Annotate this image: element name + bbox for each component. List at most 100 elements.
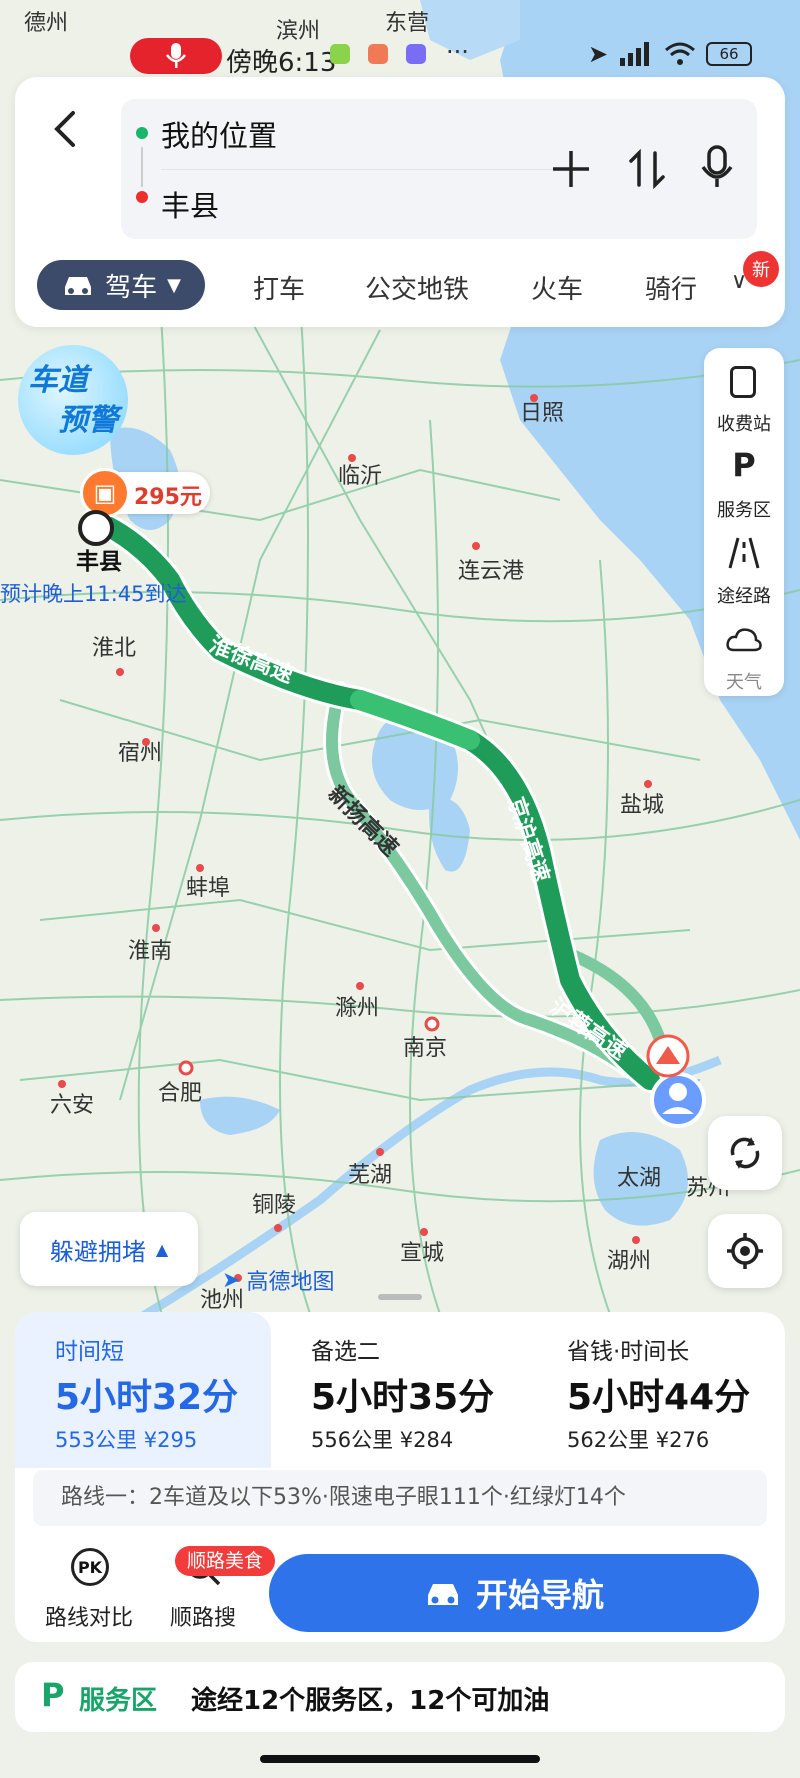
action-bar: PK 路线对比 顺路搜 顺路美食 开始导航: [15, 1530, 785, 1642]
route-search-card: 我的位置 丰县 驾车 ▼ 打车 公交地铁 火车 骑行 ∨ 新: [15, 77, 785, 327]
weather-label: 天气: [726, 672, 762, 693]
recording-indicator[interactable]: [130, 38, 222, 74]
service-area-p-icon: P: [41, 1676, 65, 1714]
more-dots: ···: [446, 38, 469, 66]
svg-text:宿州: 宿州: [118, 741, 162, 766]
service-area-summary: 途经12个服务区，12个可加油: [191, 1686, 550, 1716]
lane-warning-logo[interactable]: 车道 预警: [18, 345, 128, 455]
svg-text:铜陵: 铜陵: [252, 1193, 296, 1218]
svg-text:临沂: 临沂: [338, 464, 382, 489]
app-notification-icon: [406, 44, 426, 64]
route-compare-button[interactable]: PK 路线对比: [29, 1530, 149, 1642]
toll-station-label: 收费站: [717, 414, 771, 435]
map-side-toolbar: 收费站 P 服务区 途经路 天气: [704, 348, 784, 696]
back-arrow-icon[interactable]: [45, 107, 89, 151]
svg-text:蚌埠: 蚌埠: [186, 876, 230, 901]
svg-text:合肥: 合肥: [158, 1081, 202, 1106]
service-area-title: 服务区: [79, 1686, 158, 1716]
service-area-icon: P: [732, 446, 756, 484]
service-area-card[interactable]: P 服务区 途经12个服务区，12个可加油: [15, 1662, 785, 1732]
route-connector: [141, 147, 143, 187]
home-indicator[interactable]: [260, 1755, 540, 1763]
pk-icon: PK: [71, 1548, 109, 1586]
avoid-congestion-label: 躲避拥堵: [49, 1237, 146, 1266]
svg-text:连云港: 连云港: [458, 559, 524, 584]
destination-pin[interactable]: [78, 510, 114, 546]
route-info-line: 路线一：2车道及以下53%·限速电子眼111个·红绿灯14个: [33, 1470, 767, 1526]
food-along-badge: 顺路美食: [175, 1546, 276, 1576]
svg-text:湖州: 湖州: [607, 1249, 651, 1274]
svg-text:淮南: 淮南: [128, 939, 172, 964]
start-navigation-label: 开始导航: [475, 1576, 604, 1614]
amap-logo-icon: ➤: [222, 1267, 241, 1293]
toll-station-tool[interactable]: 收费站: [704, 360, 784, 440]
toll-price: 295元: [134, 485, 202, 510]
via-road-tool[interactable]: 途经路: [704, 532, 784, 612]
svg-text:南京: 南京: [403, 1036, 447, 1061]
toll-icon: ▣: [80, 468, 130, 518]
svg-text:滁州: 滁州: [335, 996, 379, 1021]
route-option-label: 时间短: [55, 1339, 124, 1365]
tab-drive-label: 驾车: [105, 272, 158, 303]
route-inputs: 我的位置 丰县: [121, 99, 757, 239]
logo-line1: 车道: [28, 363, 88, 398]
search-along-label: 顺路搜: [169, 1606, 236, 1631]
panel-drag-handle[interactable]: [378, 1294, 422, 1300]
swap-icon[interactable]: [623, 145, 671, 193]
origin-field[interactable]: 我的位置: [161, 113, 277, 155]
tab-bike[interactable]: 骑行: [645, 269, 697, 306]
caret-up-icon: ▲: [155, 1239, 169, 1259]
chevron-down-icon: ▼: [167, 274, 181, 296]
app-notification-icon: [368, 44, 388, 64]
voice-input-icon[interactable]: [693, 143, 741, 191]
route-option-label: 省钱·时间长: [567, 1339, 690, 1365]
destination-field[interactable]: 丰县: [161, 183, 219, 225]
route-option-1[interactable]: 时间短 5小时32分 553公里 ¥295: [15, 1312, 271, 1468]
battery-icon: 66: [706, 42, 752, 66]
amap-attribution: ➤ 高德地图: [222, 1264, 334, 1296]
refresh-route-button[interactable]: [708, 1116, 782, 1190]
eta-label: 预计晚上11:45到达: [0, 582, 187, 606]
microphone-icon: [166, 43, 186, 68]
status-bar: 傍晚6:13 ··· ➤ 66: [0, 30, 800, 80]
route-option-2[interactable]: 备选二 5小时35分 556公里 ¥284: [271, 1312, 527, 1468]
tab-train[interactable]: 火车: [531, 269, 583, 306]
cloud-icon: [726, 628, 762, 652]
service-area-label: 服务区: [717, 500, 771, 521]
route-panel: 时间短 5小时32分 553公里 ¥295 备选二 5小时35分 556公里 ¥…: [15, 1312, 785, 1642]
tab-taxi[interactable]: 打车: [253, 269, 305, 306]
svg-text:淮北: 淮北: [92, 636, 136, 661]
svg-text:太湖: 太湖: [617, 1166, 661, 1191]
start-navigation-button[interactable]: 开始导航: [269, 1554, 759, 1632]
destination-label: 丰县: [76, 549, 122, 575]
route-option-label: 备选二: [311, 1339, 380, 1365]
route-option-time: 5小时32分: [55, 1377, 239, 1418]
field-divider: [161, 169, 561, 170]
svg-text:芜湖: 芜湖: [348, 1163, 392, 1188]
destination-dot-icon: [136, 191, 148, 203]
road-icon: [728, 537, 760, 569]
tab-transit[interactable]: 公交地铁: [365, 269, 469, 306]
tab-drive[interactable]: 驾车 ▼: [37, 260, 205, 310]
origin-dot-icon: [136, 127, 148, 139]
refresh-icon: [730, 1137, 760, 1169]
wifi-icon: [665, 42, 695, 65]
car-icon: [427, 1584, 458, 1605]
status-time: 傍晚6:13: [226, 48, 337, 78]
app-notification-icon: [330, 44, 350, 64]
route-option-time: 5小时35分: [311, 1377, 495, 1418]
transport-mode-tabs: 驾车 ▼ 打车 公交地铁 火车 骑行 ∨ 新: [15, 251, 785, 313]
car-icon: [65, 277, 92, 295]
service-area-tool[interactable]: P 服务区: [704, 446, 784, 526]
avoid-congestion-button[interactable]: 躲避拥堵 ▲: [20, 1212, 198, 1286]
weather-tool[interactable]: 天气: [704, 618, 784, 698]
route-option-detail: 553公里 ¥295: [55, 1428, 198, 1452]
route-option-3[interactable]: 省钱·时间长 5小时44分 562公里 ¥276: [527, 1312, 783, 1468]
route-option-detail: 556公里 ¥284: [311, 1428, 454, 1452]
locate-icon: [727, 1233, 763, 1269]
signal-icon: [620, 42, 649, 66]
locate-me-button[interactable]: [708, 1214, 782, 1288]
amap-attribution-text: 高德地图: [246, 1270, 335, 1295]
add-waypoint-icon[interactable]: [547, 145, 595, 193]
new-badge: 新: [743, 251, 779, 287]
